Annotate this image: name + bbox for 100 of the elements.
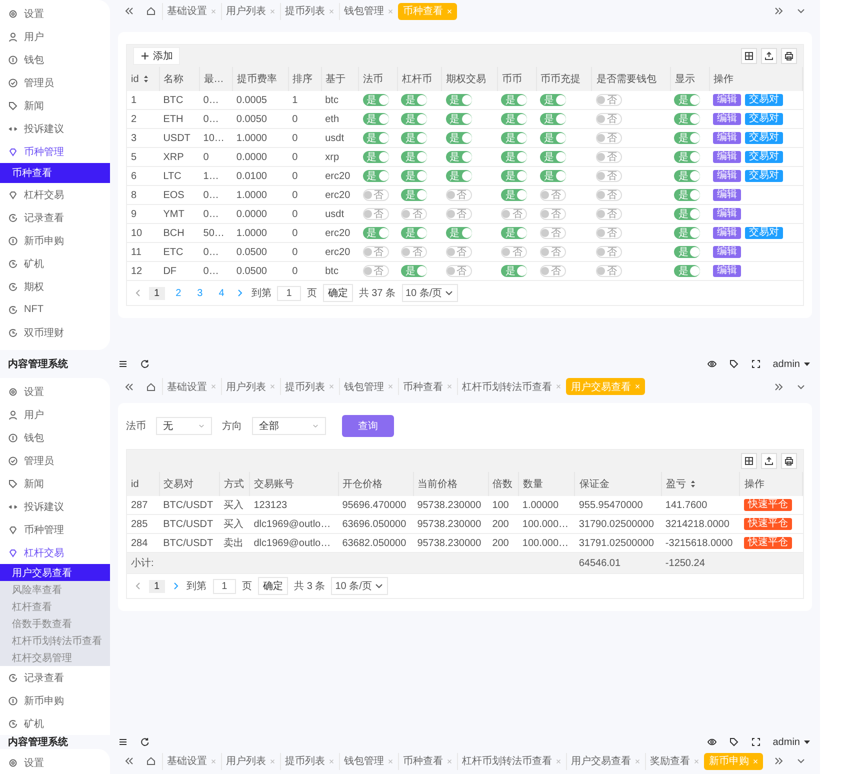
toggle-switch[interactable]: 是 bbox=[674, 94, 700, 106]
toggle-switch[interactable]: 是 bbox=[501, 151, 528, 163]
close-position-button[interactable]: 快速平仓 bbox=[744, 537, 792, 549]
page-number[interactable]: 3 bbox=[192, 286, 208, 300]
edit-button[interactable]: 编辑 bbox=[713, 170, 742, 182]
toggle-switch[interactable]: 是 bbox=[540, 132, 566, 144]
page-tab[interactable]: 用户列表 bbox=[221, 378, 280, 395]
toggle-switch[interactable]: 是 bbox=[401, 113, 428, 125]
toggle-switch[interactable]: 是 bbox=[362, 94, 389, 106]
page-tab[interactable]: 提币列表 bbox=[280, 2, 339, 20]
search-button[interactable]: 查询 bbox=[342, 415, 394, 437]
sidebar-item[interactable]: 新闻 bbox=[0, 472, 110, 495]
submenu-item[interactable]: 杠杆币划转法币查看 bbox=[0, 632, 110, 649]
submenu-item[interactable]: 币种查看 bbox=[0, 163, 110, 183]
edit-button[interactable]: 编辑 bbox=[713, 94, 742, 106]
toggle-switch[interactable]: 是 bbox=[674, 208, 700, 220]
toggle-switch[interactable]: 是 bbox=[540, 170, 566, 182]
home-icon[interactable] bbox=[146, 382, 156, 392]
toggle-switch[interactable]: 是 bbox=[501, 94, 528, 106]
edit-button[interactable]: 编辑 bbox=[713, 227, 742, 239]
fullscreen-icon[interactable] bbox=[750, 737, 761, 747]
page-number[interactable]: 1 bbox=[149, 286, 165, 300]
home-icon[interactable] bbox=[146, 6, 156, 16]
pair-button[interactable]: 交易对 bbox=[745, 132, 784, 144]
page-tab[interactable]: 钱包管理 bbox=[339, 378, 398, 395]
edit-button[interactable]: 编辑 bbox=[713, 208, 742, 220]
toggle-switch[interactable]: 是 bbox=[446, 227, 472, 239]
filter-select[interactable]: 无 bbox=[156, 417, 212, 435]
sidebar-item[interactable]: 记录查看 bbox=[0, 666, 110, 689]
sidebar-item[interactable]: 管理员 bbox=[0, 71, 110, 94]
sidebar-item[interactable]: 用户 bbox=[0, 403, 110, 426]
toggle-switch[interactable]: 否 bbox=[362, 208, 389, 220]
submenu-item[interactable]: 杠杆交易管理 bbox=[0, 649, 110, 666]
confirm-button[interactable]: 确定 bbox=[258, 577, 288, 595]
toggle-switch[interactable]: 否 bbox=[446, 265, 472, 277]
submenu-item[interactable]: 杠杆查看 bbox=[0, 598, 110, 615]
sidebar-item[interactable]: 币种管理 bbox=[0, 518, 110, 541]
toggle-switch[interactable]: 否 bbox=[362, 265, 389, 277]
toggle-switch[interactable]: 是 bbox=[674, 170, 700, 182]
toggle-switch[interactable]: 否 bbox=[501, 208, 528, 220]
toggle-switch[interactable]: 否 bbox=[540, 189, 566, 201]
toggle-switch[interactable]: 否 bbox=[362, 246, 389, 258]
edit-button[interactable]: 编辑 bbox=[713, 189, 742, 201]
toggle-switch[interactable]: 是 bbox=[401, 227, 428, 239]
pair-button[interactable]: 交易对 bbox=[745, 170, 784, 182]
toggle-switch[interactable]: 否 bbox=[446, 208, 472, 220]
confirm-button[interactable]: 确定 bbox=[322, 284, 353, 302]
toggle-switch[interactable]: 否 bbox=[596, 208, 622, 220]
filter-select[interactable]: 全部 bbox=[252, 417, 326, 435]
refresh-icon[interactable] bbox=[140, 737, 150, 747]
toggle-switch[interactable]: 否 bbox=[362, 189, 389, 201]
sidebar-item[interactable]: 币种管理 bbox=[0, 140, 110, 163]
toggle-switch[interactable]: 否 bbox=[596, 265, 622, 277]
toggle-switch[interactable]: 是 bbox=[501, 132, 528, 144]
page-tab[interactable]: 用户列表 bbox=[221, 2, 280, 20]
user-menu[interactable]: admin bbox=[772, 736, 812, 748]
page-tab[interactable]: 钱包管理 bbox=[339, 752, 398, 770]
double-chevron-left-icon[interactable] bbox=[124, 756, 134, 766]
eye-icon[interactable] bbox=[706, 359, 717, 369]
toggle-switch[interactable]: 是 bbox=[501, 227, 528, 239]
toggle-switch[interactable]: 否 bbox=[596, 94, 622, 106]
toggle-switch[interactable]: 否 bbox=[540, 265, 566, 277]
refresh-icon[interactable] bbox=[140, 359, 150, 369]
home-icon[interactable] bbox=[146, 756, 156, 766]
toggle-switch[interactable]: 是 bbox=[674, 227, 700, 239]
toggle-switch[interactable]: 否 bbox=[540, 246, 566, 258]
toggle-switch[interactable]: 是 bbox=[362, 227, 389, 239]
edit-button[interactable]: 编辑 bbox=[713, 113, 742, 125]
close-position-button[interactable]: 快速平仓 bbox=[744, 499, 792, 511]
columns-button[interactable] bbox=[741, 48, 757, 64]
sidebar-item[interactable]: 新闻 bbox=[0, 94, 110, 117]
toggle-switch[interactable]: 是 bbox=[401, 94, 428, 106]
toggle-switch[interactable]: 否 bbox=[401, 246, 428, 258]
page-tab[interactable]: 基础设置 bbox=[162, 378, 221, 395]
tag-icon[interactable] bbox=[728, 359, 739, 369]
submenu-item[interactable]: 用户交易查看 bbox=[0, 564, 110, 581]
page-tab[interactable]: 币种查看 bbox=[398, 378, 457, 395]
double-chevron-left-icon[interactable] bbox=[124, 382, 134, 392]
toggle-switch[interactable]: 是 bbox=[674, 132, 700, 144]
sidebar-item[interactable]: 设置 bbox=[0, 751, 110, 774]
page-tab[interactable]: 用户交易查看 bbox=[566, 378, 645, 395]
fullscreen-icon[interactable] bbox=[750, 359, 761, 369]
toggle-switch[interactable]: 是 bbox=[540, 113, 566, 125]
submenu-item[interactable]: 倍数手数查看 bbox=[0, 615, 110, 632]
double-chevron-right-icon[interactable] bbox=[774, 756, 784, 766]
page-size-select[interactable]: 10 条/页 bbox=[402, 284, 458, 302]
tag-icon[interactable] bbox=[728, 737, 739, 747]
toggle-switch[interactable]: 否 bbox=[596, 170, 622, 182]
add-button[interactable]: 添加 bbox=[133, 47, 180, 65]
double-chevron-right-icon[interactable] bbox=[774, 382, 784, 392]
sidebar-item[interactable]: 矿机 bbox=[0, 252, 110, 275]
toggle-switch[interactable]: 是 bbox=[501, 170, 528, 182]
toggle-switch[interactable]: 是 bbox=[674, 265, 700, 277]
toggle-switch[interactable]: 否 bbox=[596, 151, 622, 163]
toggle-switch[interactable]: 是 bbox=[674, 151, 700, 163]
page-number[interactable]: 4 bbox=[214, 286, 230, 300]
page-tab[interactable]: 杠杆币划转法币查看 bbox=[457, 752, 566, 770]
toggle-switch[interactable]: 否 bbox=[501, 246, 528, 258]
toggle-switch[interactable]: 是 bbox=[401, 189, 428, 201]
chevron-down-icon[interactable] bbox=[796, 6, 806, 16]
